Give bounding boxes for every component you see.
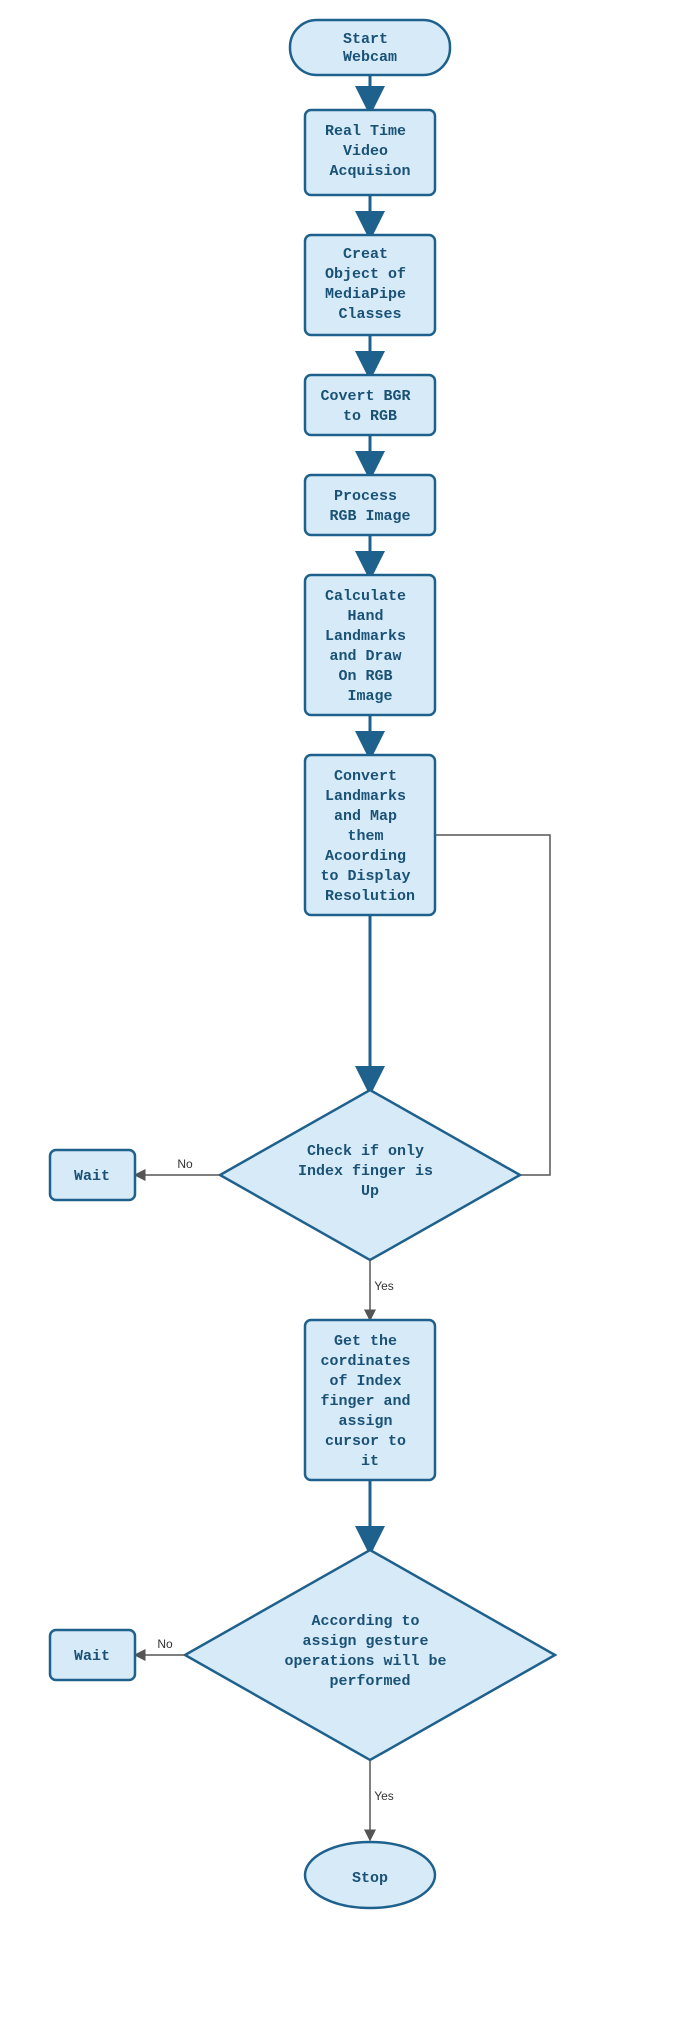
get-label: Get the cordinates of Index finger and a… [320, 1333, 419, 1470]
yes-label2: Yes [374, 1789, 394, 1803]
process-node [305, 475, 435, 535]
flowchart-canvas: Start Webcam Real Time Video Acquision C… [10, 10, 675, 2010]
wait2-label: Wait [74, 1648, 110, 1665]
bgr-node [305, 375, 435, 435]
no-label2: No [157, 1637, 173, 1651]
loop-line [435, 835, 550, 1175]
start-label: Start Webcam [343, 31, 397, 66]
yes-label: Yes [374, 1279, 394, 1293]
stop-label: Stop [352, 1870, 388, 1887]
no-label: No [177, 1157, 193, 1171]
wait1-label: Wait [74, 1168, 110, 1185]
